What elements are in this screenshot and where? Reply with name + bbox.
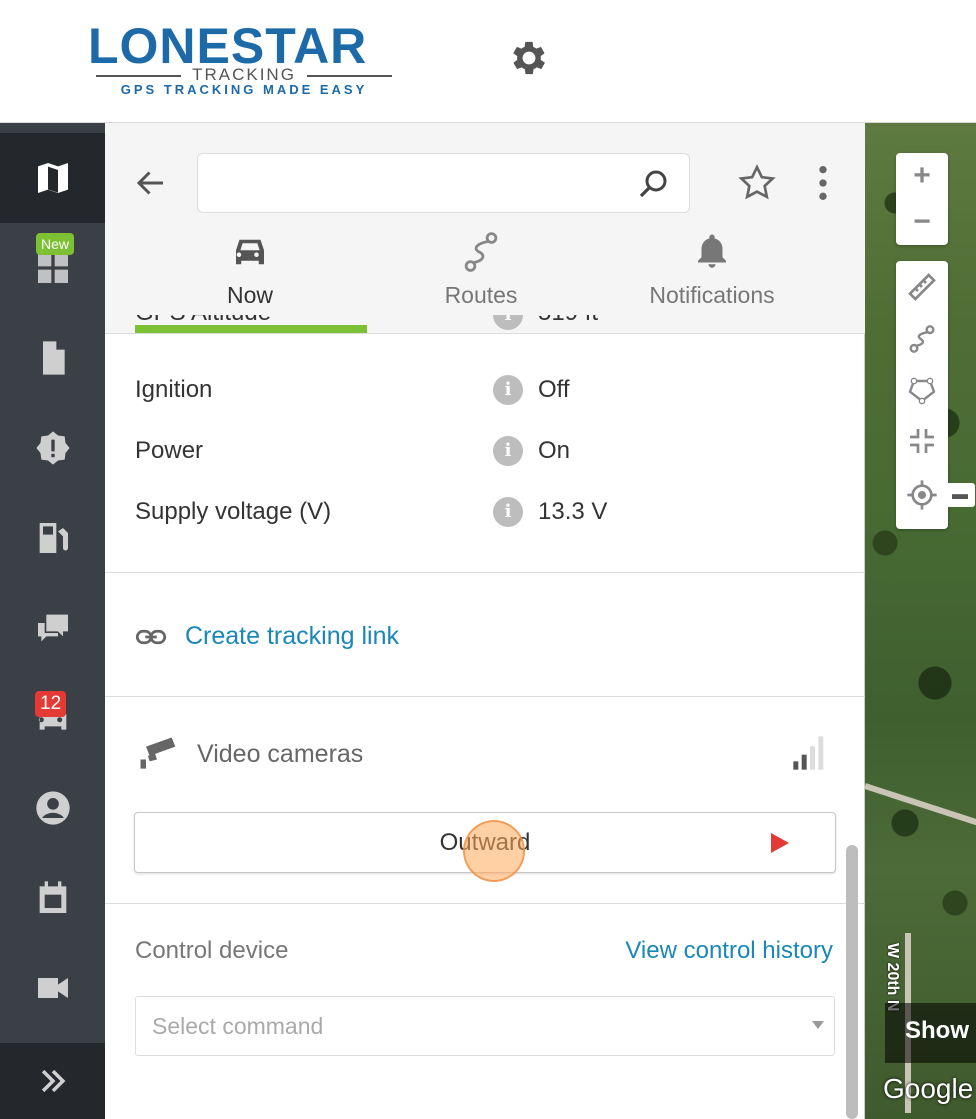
nav-messages[interactable] [0,583,105,673]
logo-tagline: GPS TRACKING MADE EASY [120,82,368,97]
nav-fuel[interactable] [0,493,105,583]
chevron-down-icon [812,1021,824,1029]
map-road [865,783,976,830]
param-value: 519 ft [538,315,598,327]
map-tools [896,261,948,529]
car-icon [236,239,264,265]
map-attribution: Google [883,1073,974,1104]
param-row-gps-altitude: GPS Altitude i 519 ft [135,315,835,335]
chat-icon [37,614,68,642]
info-icon[interactable]: i [493,375,523,405]
command-select[interactable]: Select command [135,996,835,1056]
tab-notifications-label: Notifications [649,282,775,308]
object-details-panel: Now Routes Notifications GPS Altitude i … [105,123,865,1119]
new-badge: New [36,233,75,255]
param-label: Power [135,437,204,464]
click-indicator [463,820,525,882]
search-icon[interactable] [635,166,671,202]
create-tracking-link-label: Create tracking link [185,622,399,650]
video-cameras-title: Video cameras [197,740,364,768]
param-row-power: Power i On [135,429,835,473]
nav-vehicles[interactable] [0,673,105,763]
search-box[interactable] [197,153,690,213]
link-icon [135,629,167,645]
param-value: Off [538,376,570,403]
alert-icon [35,431,70,465]
route-icon [464,232,498,272]
bell-icon [698,234,726,268]
divider [105,903,865,904]
info-icon[interactable]: i [493,497,523,527]
nav-reports[interactable] [0,313,105,403]
command-select-placeholder: Select command [152,1013,324,1039]
calendar-icon [39,881,66,913]
param-label: GPS Altitude [135,315,271,327]
ruler-icon[interactable] [906,271,938,303]
view-control-history-link[interactable]: View control history [625,937,833,965]
panel-scrollbar[interactable] [846,845,858,1119]
left-navigation: New 12 [0,123,105,1119]
map-icon [37,163,68,193]
info-icon[interactable]: i [493,315,523,330]
logo[interactable]: LONESTAR TRACKING GPS TRACKING MADE EASY [88,20,402,100]
panel-toolbar: Now Routes Notifications [105,123,865,334]
param-value: 13.3 V [538,498,608,525]
tab-now-label: Now [226,282,273,308]
fuel-icon [39,523,68,553]
zoom-in-button[interactable]: + [896,153,948,199]
param-row-supply-voltage: Supply voltage (V) i 13.3 V [135,490,835,534]
info-icon[interactable]: i [493,436,523,466]
star-icon[interactable] [737,163,777,203]
user-icon [35,791,70,825]
map-street-label: W 20th N [884,943,901,1012]
map-view[interactable]: + − ▬ W 20th N Show Google [865,123,976,1119]
param-row-ignition: Ignition i Off [135,368,835,412]
create-tracking-link[interactable]: Create tracking link [135,618,635,658]
nav-video[interactable] [0,943,105,1033]
divider [105,696,865,697]
gear-icon[interactable] [507,36,551,80]
divider [105,572,865,573]
param-label: Ignition [135,376,213,403]
zoom-controls: + − [896,153,948,245]
nav-calendar[interactable] [0,853,105,943]
back-arrow-icon[interactable] [133,165,169,201]
more-options-icon[interactable] [813,163,833,203]
param-label: Supply voltage (V) [135,498,332,525]
route-icon[interactable] [906,323,938,355]
double-chevron-right-icon [41,1069,65,1093]
search-input[interactable] [210,168,620,198]
signal-strength-icon [793,736,824,770]
truck-marker-icon[interactable]: ▬ [945,483,975,507]
play-icon [771,833,789,853]
video-cameras-header: Video cameras [135,733,835,777]
tab-routes-label: Routes [444,282,518,308]
map-show-button[interactable]: Show [885,1003,976,1063]
document-icon [42,341,65,375]
polygon-icon[interactable] [906,373,938,405]
nav-expand[interactable] [0,1043,105,1119]
nav-users[interactable] [0,763,105,853]
zoom-out-button[interactable]: − [896,199,948,245]
security-camera-icon [140,737,176,769]
control-device-label: Control device [135,937,289,964]
video-icon [37,978,68,998]
param-value: On [538,437,571,464]
app-header: LONESTAR TRACKING GPS TRACKING MADE EASY [0,0,976,123]
vehicle-count-badge: 12 [35,691,67,717]
nav-map[interactable] [0,133,105,223]
locate-icon[interactable] [906,479,938,511]
nav-alerts[interactable] [0,403,105,493]
collapse-icon[interactable] [906,425,938,457]
